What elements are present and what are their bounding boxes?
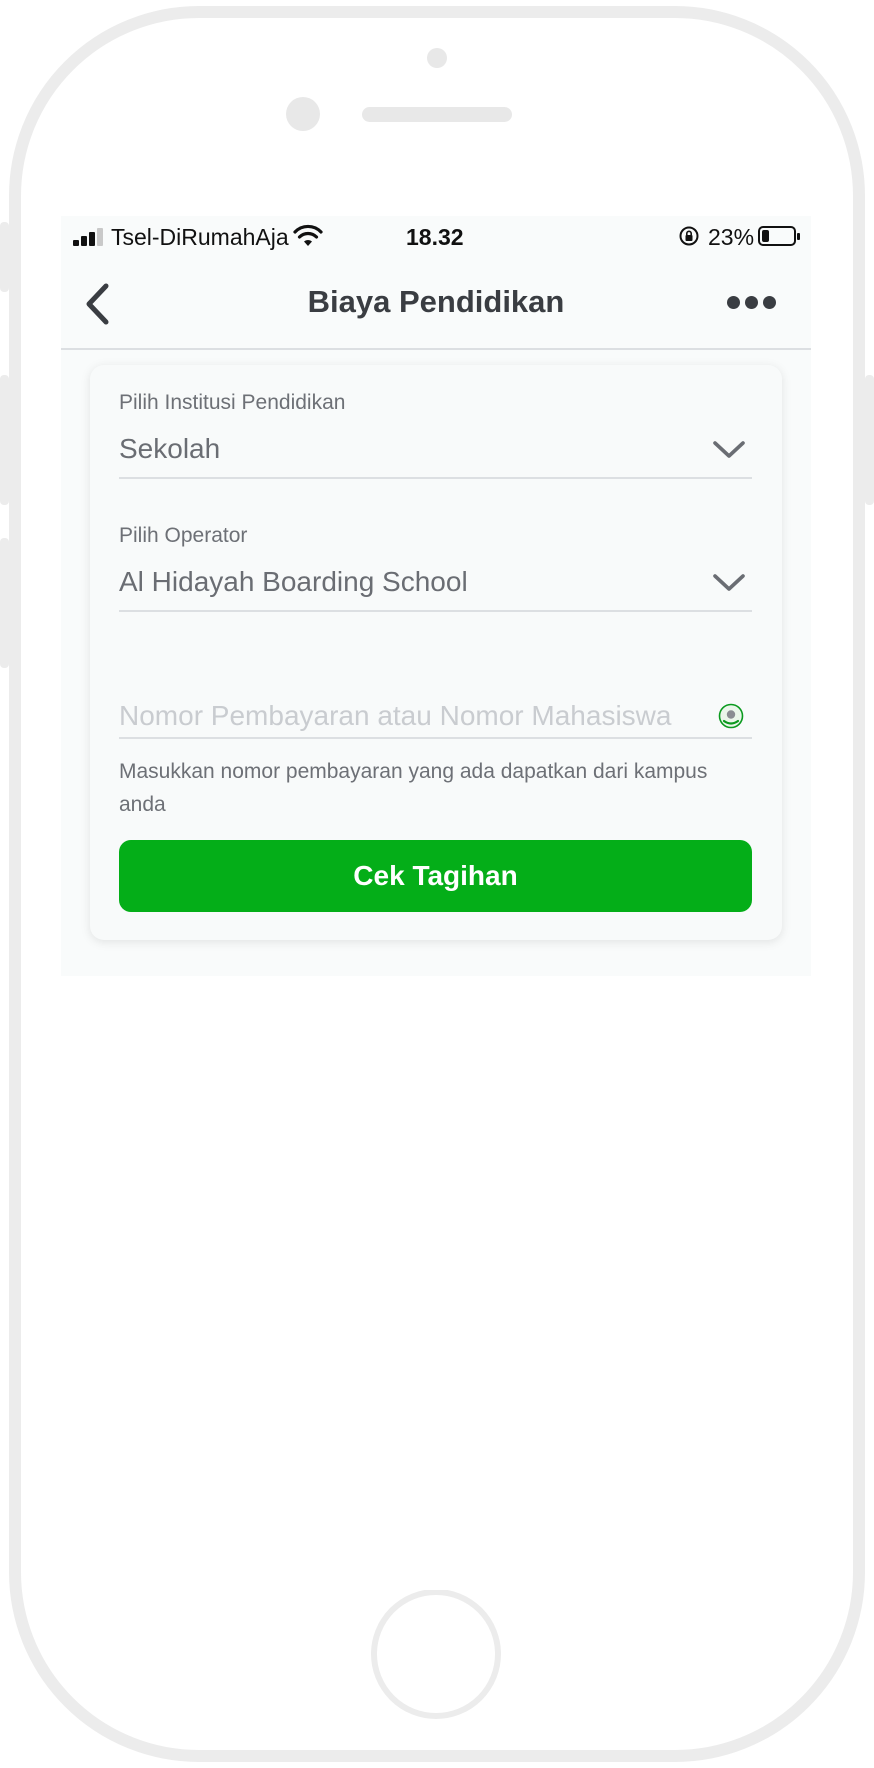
status-bar: Tsel-DiRumahAja 18.32 23% [61,216,811,260]
operator-select[interactable]: Al Hidayah Boarding School [119,566,468,598]
wifi-icon [293,224,323,246]
operator-label: Pilih Operator [119,524,248,547]
page-title: Biaya Pendidikan [307,284,565,319]
battery-icon [758,226,800,246]
operator-underline [119,610,752,612]
payment-number-helper: Masukkan nomor pembayaran yang ada dapat… [119,760,708,816]
chevron-down-icon[interactable] [712,439,746,461]
clock: 18.32 [406,224,464,250]
globe-icon[interactable] [718,703,744,729]
home-button[interactable] [371,1589,501,1719]
earpiece-speaker [362,107,512,122]
volume-down-button [0,538,9,668]
institution-label: Pilih Institusi Pendidikan [119,391,346,414]
payment-number-underline [119,737,752,739]
navigation-bar: Biaya Pendidikan [61,260,811,350]
payment-number-input[interactable]: Nomor Pembayaran atau Nomor Mahasiswa [119,700,709,732]
power-button [865,375,874,505]
institution-select[interactable]: Sekolah [119,433,220,465]
signal-strength-icon [73,228,107,246]
mute-switch [0,222,9,292]
chevron-down-icon[interactable] [712,572,746,594]
screen: Tsel-DiRumahAja 18.32 23% Biaya Pendidik… [61,216,811,1590]
check-bill-button[interactable]: Cek Tagihan [119,840,752,912]
rotation-lock-icon [679,226,699,246]
payment-form-card: Pilih Institusi Pendidikan Sekolah Pilih… [90,365,782,940]
battery-percent: 23% [708,224,755,250]
front-camera [286,97,320,131]
proximity-sensor [427,48,447,68]
institution-underline [119,477,752,479]
carrier-name: Tsel-DiRumahAja [111,224,289,250]
battery-fill [762,230,769,242]
more-horizontal-icon[interactable] [727,294,777,312]
volume-up-button [0,375,9,505]
